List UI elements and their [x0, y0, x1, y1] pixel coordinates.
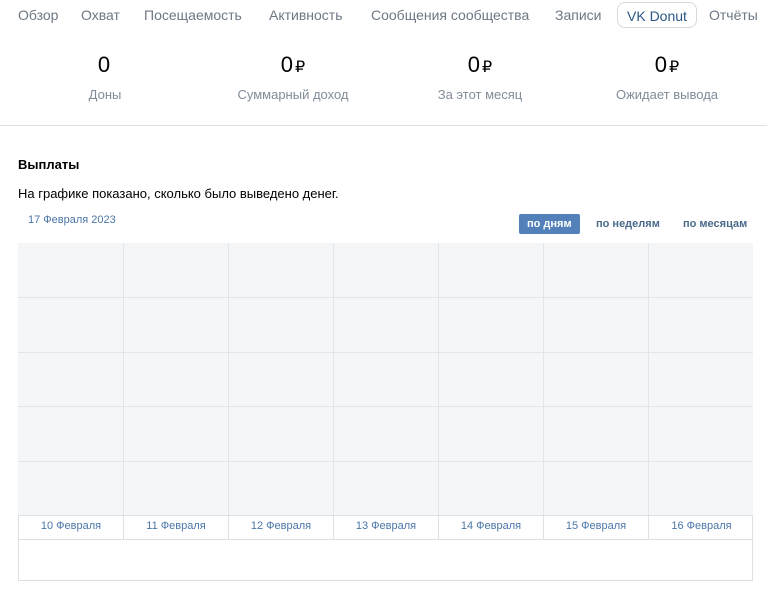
chart-gridline-vertical — [333, 243, 334, 515]
section-description: На графике показано, сколько было выведе… — [18, 186, 339, 201]
divider — [0, 125, 767, 126]
stat-total-income: 0 ₽ Суммарный доход — [218, 50, 368, 103]
stat-pending-withdrawal: 0 ₽ Ожидает вывода — [600, 50, 734, 103]
stats-tabs: Обзор Охват Посещаемость Активность Сооб… — [0, 0, 767, 30]
x-tick-label: 10 Февраля — [19, 516, 124, 540]
chart-gridline-horizontal — [18, 352, 753, 353]
tab-reports[interactable]: Отчёты — [709, 2, 758, 28]
tab-posts[interactable]: Записи — [555, 2, 601, 28]
chart-gridline-vertical — [228, 243, 229, 515]
chart-gridline-horizontal — [18, 297, 753, 298]
section-title: Выплаты — [18, 157, 80, 172]
x-tick-label: 16 Февраля — [671, 520, 732, 532]
period-months-button[interactable]: по месяцам — [675, 214, 755, 234]
stat-label: Ожидает вывода — [615, 87, 719, 102]
stat-dons: 0 Доны — [55, 50, 155, 103]
tab-traffic[interactable]: Посещаемость — [144, 2, 242, 28]
stat-value: 0 — [97, 52, 111, 77]
chart-range-navigator[interactable] — [18, 539, 753, 581]
donut-stats: 0 Доны 0 ₽ Суммарный доход 0 ₽ За этот мес… — [0, 50, 767, 110]
tab-vk-donut[interactable]: VK Donut — [617, 2, 697, 28]
ruble-icon: ₽ — [482, 59, 493, 76]
x-tick-label: 11 Февраля — [124, 516, 229, 540]
period-weeks-button[interactable]: по неделям — [588, 214, 668, 234]
tab-activity[interactable]: Активность — [269, 2, 343, 28]
x-tick-label: 14 Февраля — [439, 516, 544, 540]
x-tick-label: 13 Февраля — [334, 516, 439, 540]
x-tick-label: 12 Февраля — [229, 516, 334, 540]
stat-label: Суммарный доход — [237, 87, 349, 102]
stat-value: 0 ₽ — [467, 52, 493, 77]
period-days-button[interactable]: по дням — [519, 214, 580, 234]
stat-label: Доны — [88, 87, 122, 102]
tab-community-messages[interactable]: Сообщения сообщества — [371, 2, 529, 28]
chart-gridline-vertical — [648, 243, 649, 515]
stat-value: 0 ₽ — [654, 52, 680, 77]
x-tick-label: 15 Февраля — [544, 516, 649, 540]
tab-reach[interactable]: Охват — [81, 2, 120, 28]
tab-overview[interactable]: Обзор — [18, 2, 58, 28]
ruble-icon: ₽ — [669, 59, 680, 76]
chart-x-axis: 10 Февраля 11 Февраля 12 Февраля 13 Февраля… — [18, 515, 753, 540]
chart-gridline-vertical — [123, 243, 124, 515]
chart-gridline-horizontal — [18, 406, 753, 407]
chart-gridline-vertical — [543, 243, 544, 515]
chart-gridline-vertical — [438, 243, 439, 515]
chart-gridline-horizontal — [18, 461, 753, 462]
ruble-icon: ₽ — [295, 59, 306, 76]
stat-label: За этот месяц — [437, 87, 523, 102]
stat-value: 0 ₽ — [280, 52, 306, 77]
payouts-chart[interactable] — [18, 243, 753, 515]
chart-current-date: 17 Февраля 2023 — [28, 214, 116, 226]
stat-this-month: 0 ₽ За этот месяц — [410, 50, 550, 103]
